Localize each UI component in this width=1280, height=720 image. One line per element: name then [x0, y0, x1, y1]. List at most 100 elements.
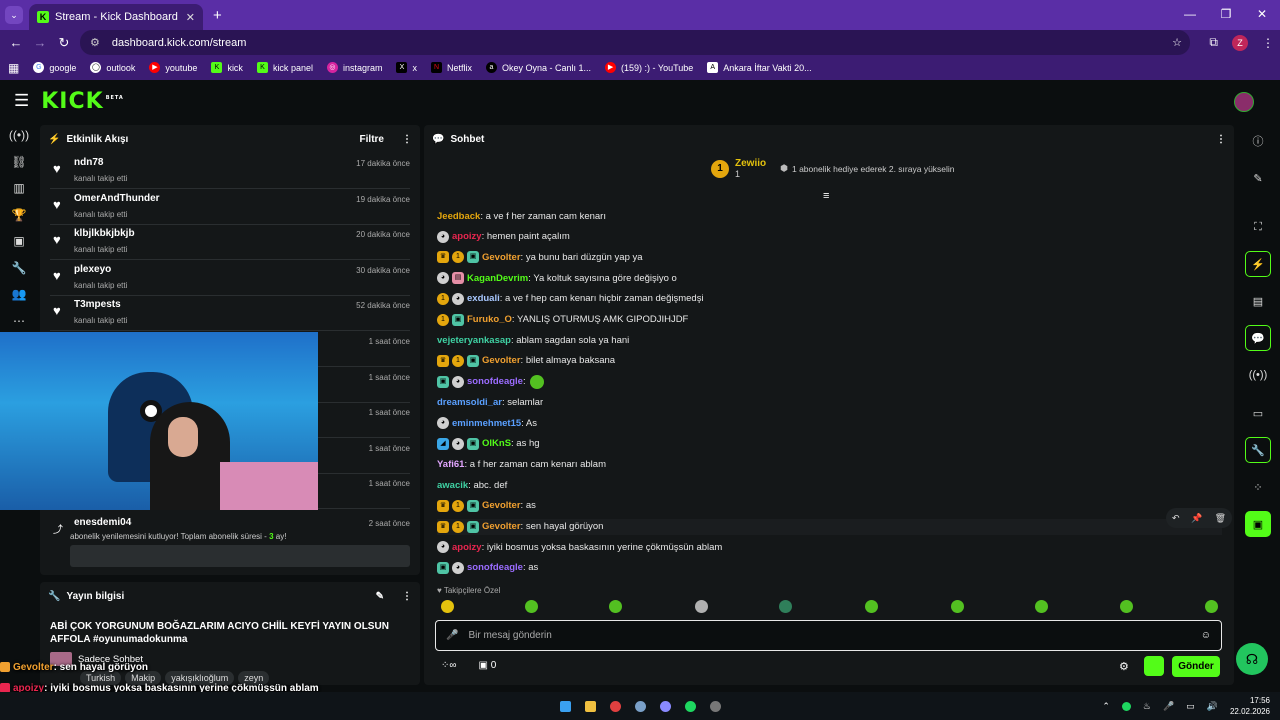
chat-username[interactable]: Gevolter: [482, 521, 521, 532]
send-button[interactable]: Gönder: [1172, 656, 1220, 677]
chat-username[interactable]: sonofdeagle: [467, 376, 523, 387]
spotify-icon[interactable]: [684, 700, 696, 712]
tab-search-icon[interactable]: ⌄: [5, 6, 23, 24]
points-icon[interactable]: ⁘∞: [441, 660, 457, 671]
bookmark-youtube-2[interactable]: ▶ (159) :) - YouTube: [605, 62, 693, 73]
emote-icon[interactable]: [1035, 600, 1048, 613]
media-icon[interactable]: ▣: [0, 228, 38, 255]
profile-avatar[interactable]: Z: [1232, 34, 1248, 51]
minimize-icon[interactable]: —: [1172, 0, 1208, 30]
event-username[interactable]: plexeyo: [74, 264, 111, 275]
kicks-counter[interactable]: ▣ 0: [479, 660, 497, 671]
gifter-name[interactable]: Zewiio: [735, 158, 766, 169]
chat-message[interactable]: ▣ ◕ sonofdeagle: as: [437, 560, 538, 576]
chat-username[interactable]: Yafi61: [437, 459, 464, 470]
browser-menu-icon[interactable]: ⋮: [1262, 36, 1274, 50]
chrome-icon[interactable]: [609, 700, 621, 712]
chat-message[interactable]: 1 ◕ exduali: a ve f hep cam kenarı hiçbir …: [437, 291, 704, 307]
emote-icon[interactable]: [525, 600, 538, 613]
clock[interactable]: 17:56 22.02.2026: [1230, 695, 1270, 717]
chat-message[interactable]: ♛ 1 ▣ Gevolter: as: [437, 498, 536, 514]
emoji-icon[interactable]: ☺: [1201, 630, 1211, 641]
chat-bubble-icon[interactable]: 💬: [1245, 325, 1271, 351]
chat-username[interactable]: Gevolter: [482, 355, 521, 366]
obs-icon[interactable]: [709, 700, 721, 712]
hamburger-menu-icon[interactable]: ☰: [14, 91, 29, 111]
chat-message[interactable]: vejeteryankasap: ablam sagdan sola ya ha…: [437, 332, 629, 348]
pin-expand-icon[interactable]: ≡: [823, 190, 829, 202]
chat-message[interactable]: 1 ▣ Furuko_O: YANLIŞ OTURMUŞ AMK GIPODJIHJ…: [437, 312, 688, 328]
tray-arrow-icon[interactable]: ⌃: [1102, 701, 1110, 712]
chat-message[interactable]: ◕ apoizy: hemen paint açalım: [437, 229, 570, 245]
event-username[interactable]: ndn78: [74, 157, 103, 168]
tray-app-icon[interactable]: [1121, 701, 1131, 711]
steam-icon[interactable]: [634, 700, 646, 712]
more-rail-icon[interactable]: ⋯: [0, 308, 38, 335]
event-username[interactable]: OmerAndThunder: [74, 193, 160, 204]
bookmark-netflix[interactable]: N Netflix: [430, 62, 472, 73]
chat-username[interactable]: vejeteryankasap: [437, 335, 511, 346]
tray-mic-icon[interactable]: 🎤: [1163, 701, 1174, 712]
broadcast-icon[interactable]: ((•)): [0, 122, 38, 149]
emote-icon[interactable]: [441, 600, 454, 613]
emote-icon[interactable]: [779, 600, 792, 613]
filter-button[interactable]: Filtre: [360, 134, 384, 145]
emote-icon[interactable]: [1120, 600, 1133, 613]
event-username[interactable]: klbjlkbkjbkjb: [74, 228, 135, 239]
chat-message[interactable]: ◢ ◕ ▣ OlKnS: as hg: [437, 436, 540, 452]
tray-volume-icon[interactable]: 🔊: [1207, 701, 1218, 712]
bookmark-youtube[interactable]: ▶ youtube: [149, 62, 197, 73]
kick-bot-icon[interactable]: [1144, 656, 1164, 676]
delete-icon[interactable]: 🗑: [1215, 513, 1226, 524]
bookmark-kick[interactable]: Kkick: [211, 62, 243, 73]
bookmark-iftar[interactable]: A Ankara İftar Vakti 20...: [707, 62, 812, 73]
dots-icon[interactable]: ⁘: [1245, 474, 1271, 500]
info-icon[interactable]: ⓘ: [1245, 128, 1271, 154]
broadcast-right-icon[interactable]: ((•)): [1245, 362, 1271, 388]
chat-message[interactable]: ◕ apoizy: iyiki bosmus yoksa baskasının y…: [437, 539, 722, 555]
users-icon[interactable]: 👥: [0, 281, 38, 308]
close-window-icon[interactable]: ✕: [1244, 0, 1280, 30]
user-avatar[interactable]: [1234, 92, 1254, 112]
restore-icon[interactable]: ❐: [1208, 0, 1244, 30]
pencil-icon[interactable]: ✎: [1245, 165, 1271, 191]
site-info-icon[interactable]: ⚙: [90, 36, 100, 49]
chat-username[interactable]: apoizy: [452, 231, 482, 242]
discord-icon[interactable]: [659, 700, 671, 712]
close-tab-icon[interactable]: ✕: [186, 11, 195, 24]
chat-username[interactable]: KaganDevrim: [467, 273, 528, 284]
wrench-icon[interactable]: 🔧: [0, 255, 38, 282]
support-button-icon[interactable]: ☊: [1236, 643, 1268, 675]
back-icon[interactable]: ←: [4, 35, 28, 50]
browser-tab[interactable]: K Stream - Kick Dashboard ✕: [29, 4, 203, 30]
game-icon[interactable]: ▣: [1245, 511, 1271, 537]
document-icon[interactable]: ▤: [1245, 288, 1271, 314]
bookmark-kick-panel[interactable]: Kkick panel: [256, 62, 313, 73]
emote-icon[interactable]: [695, 600, 708, 613]
chat-username[interactable]: sonofdeagle: [467, 562, 523, 573]
bookmark-outlook[interactable]: ◯ outlook: [90, 62, 135, 73]
chat-username[interactable]: Gevolter: [482, 252, 521, 263]
bookmark-instagram[interactable]: ◎ instagram: [326, 62, 382, 73]
apps-icon[interactable]: ▦: [8, 61, 19, 75]
link-icon[interactable]: ⛓: [0, 149, 38, 176]
chat-message[interactable]: Jeedback: a ve f her zaman cam kenarı: [437, 208, 606, 224]
mic-icon[interactable]: 🎤: [446, 630, 458, 641]
analytics-icon[interactable]: ▥: [0, 175, 38, 202]
chat-message[interactable]: ◕ eminmehmet15: As: [437, 415, 537, 431]
chat-username[interactable]: Furuko_O: [467, 314, 512, 325]
chat-username[interactable]: apoizy: [452, 542, 482, 553]
chat-username[interactable]: awacik: [437, 480, 468, 491]
activity-more-icon[interactable]: ⋮: [402, 134, 412, 145]
extensions-icon[interactable]: ⧉: [1209, 35, 1218, 50]
file-explorer-icon[interactable]: [584, 700, 596, 712]
tray-wifi-icon[interactable]: ▭: [1186, 701, 1195, 712]
chat-message[interactable]: ♛ 1 ▣ Gevolter: ya bunu bari düzgün yap ya: [437, 249, 643, 265]
emote-icon[interactable]: [609, 600, 622, 613]
chat-username[interactable]: Gevolter: [482, 500, 521, 511]
chat-message[interactable]: ♛ 1 ▣ Gevolter: bilet almaya baksana: [437, 353, 615, 369]
trophy-icon[interactable]: 🏆: [0, 202, 38, 229]
stream-info-more-icon[interactable]: ⋮: [402, 591, 412, 602]
chat-username[interactable]: Jeedback: [437, 211, 480, 222]
bookmark-okey[interactable]: a Okey Oyna - Canlı 1...: [486, 62, 591, 73]
